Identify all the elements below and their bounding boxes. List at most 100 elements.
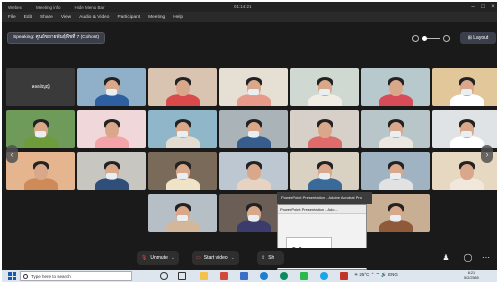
wifi-icon[interactable]: ⌔ [376, 272, 380, 277]
title-bar: Webex Meeting info Hide Menu Bar 01:14:2… [2, 2, 497, 12]
face-mask [35, 131, 46, 137]
participant-video-tile[interactable] [219, 68, 288, 106]
face-mask [390, 173, 401, 179]
participant-video-tile[interactable] [77, 152, 146, 190]
face-mask [248, 131, 259, 137]
zoom-in-icon[interactable] [443, 34, 450, 42]
participant-video-tile[interactable] [432, 110, 497, 148]
unmute-button[interactable]: 🎙 Unmute ⌄ [137, 251, 180, 265]
participant-video-tile[interactable] [148, 110, 217, 148]
participant-video-tile[interactable] [77, 110, 146, 148]
participant-face [33, 164, 48, 180]
participant-video-tile[interactable] [290, 110, 359, 148]
zoom-slider[interactable] [412, 34, 454, 42]
share-label: Sh [268, 255, 275, 261]
system-tray[interactable]: ☀ 25°C ⌃ ⌔ 🔊 ENG [354, 272, 398, 278]
face-mask [461, 89, 472, 95]
webex-icon[interactable] [320, 272, 328, 280]
participant-name: ลลองัญญ์ [31, 84, 50, 89]
participant-video-tile[interactable] [361, 152, 430, 190]
participant-video-tile[interactable] [77, 68, 146, 106]
windows-taskbar: Type here to search ☀ 25°C ⌃ ⌔ 🔊 ENG 8:2… [2, 270, 497, 282]
participant-video-tile[interactable] [361, 110, 430, 148]
participant-video-tile[interactable] [148, 194, 217, 232]
app-name: Webex [8, 4, 22, 10]
active-speaker-indicator: Speaking: ศูนย์ขยายพันธุ์พืชที่ 7 (Cohos… [7, 32, 106, 44]
chat-icon[interactable]: ◯ [462, 252, 474, 264]
menu-meeting[interactable]: Meeting [148, 15, 165, 20]
file-explorer-icon[interactable] [200, 272, 208, 280]
menu-participant[interactable]: Participant [117, 15, 140, 20]
zoom-knob[interactable] [422, 35, 427, 41]
participant-face [175, 80, 190, 96]
chrome-icon[interactable] [280, 272, 288, 280]
layout-label: Layout [473, 35, 489, 41]
face-mask [106, 89, 117, 95]
input-language[interactable]: ENG [388, 272, 398, 277]
participant-video-tile[interactable] [148, 68, 217, 106]
presentation-window-title: PowerPoint Presentation - Ado... [278, 205, 366, 214]
participant-video-tile[interactable]: ลลองัญญ์ [6, 68, 75, 106]
tray-up-arrow-icon[interactable]: ⌃ [371, 272, 375, 277]
participant-video-tile[interactable] [290, 68, 359, 106]
participants-icon[interactable]: ♟ [440, 252, 452, 264]
face-mask [390, 131, 401, 137]
face-mask [319, 89, 330, 95]
video-gallery: ลลองัญญ์ [2, 66, 497, 234]
layout-button[interactable]: ⊞ Layout [460, 32, 496, 44]
menu-share[interactable]: Share [40, 15, 53, 20]
participant-video-tile[interactable] [432, 68, 497, 106]
minimize-icon[interactable]: – [468, 3, 478, 11]
zoom-out-icon[interactable] [412, 34, 419, 42]
chevron-down-icon[interactable]: ⌄ [231, 255, 235, 261]
face-mask [177, 131, 188, 137]
participant-video-tile[interactable] [219, 152, 288, 190]
windows-start-icon[interactable] [8, 272, 16, 280]
unmute-label: Unmute [150, 255, 168, 261]
chevron-down-icon[interactable]: ⌄ [171, 255, 175, 261]
weather-icon: ☀ [354, 272, 359, 277]
line-icon[interactable] [300, 272, 308, 280]
hide-menu-bar-toggle[interactable]: Hide Menu Bar [74, 5, 104, 10]
powerpoint-icon[interactable] [220, 272, 228, 280]
participant-video-tile[interactable] [6, 110, 75, 148]
close-icon[interactable]: × [488, 3, 497, 11]
volume-icon[interactable]: 🔊 [381, 272, 387, 277]
menu-help[interactable]: Help [173, 15, 183, 20]
menu-edit[interactable]: Edit [24, 15, 32, 20]
meeting-info-link[interactable]: Meeting info [36, 5, 61, 10]
mic-muted-icon: 🎙 [141, 255, 148, 261]
menu-audio-video[interactable]: Audio & Video [79, 15, 109, 20]
participant-video-tile[interactable] [219, 110, 288, 148]
participant-video-tile[interactable] [361, 68, 430, 106]
cortana-icon[interactable] [160, 272, 168, 280]
edge-icon[interactable] [260, 272, 268, 280]
search-placeholder: Type here to search [31, 274, 71, 279]
clock-date: 5/2/2565 [464, 276, 479, 280]
gallery-prev-arrow[interactable]: ‹ [6, 145, 18, 163]
gallery-next-arrow[interactable]: › [481, 145, 493, 163]
taskbar-preview-tooltip: PowerPoint Presentation - Adobe Acrobat … [277, 192, 372, 204]
participant-video-tile[interactable] [148, 152, 217, 190]
start-video-button[interactable]: ▭ Start video ⌄ [192, 251, 239, 265]
maximize-icon[interactable]: □ [478, 3, 488, 11]
search-icon [23, 274, 28, 279]
zoom-track[interactable] [422, 35, 440, 41]
participant-video-tile[interactable] [290, 152, 359, 190]
menu-view[interactable]: View [61, 15, 71, 20]
participant-face [246, 164, 261, 180]
face-mask [177, 173, 188, 179]
menu-file[interactable]: File [8, 15, 16, 20]
system-clock[interactable]: 8:21 5/2/2565 [464, 271, 479, 281]
acrobat-icon[interactable] [340, 272, 348, 280]
more-options-icon[interactable]: ⋯ [480, 252, 492, 264]
taskbar-search-input[interactable]: Type here to search [20, 271, 132, 281]
menu-bar: File Edit Share View Audio & Video Parti… [2, 12, 497, 22]
share-button[interactable]: ⇪ Sh [257, 251, 285, 265]
mail-icon[interactable] [240, 272, 248, 280]
task-view-icon[interactable] [178, 272, 186, 280]
grid-icon: ⊞ [467, 35, 472, 41]
start-video-label: Start video [203, 255, 228, 261]
face-mask [390, 215, 401, 221]
video-off-icon: ▭ [196, 255, 201, 261]
